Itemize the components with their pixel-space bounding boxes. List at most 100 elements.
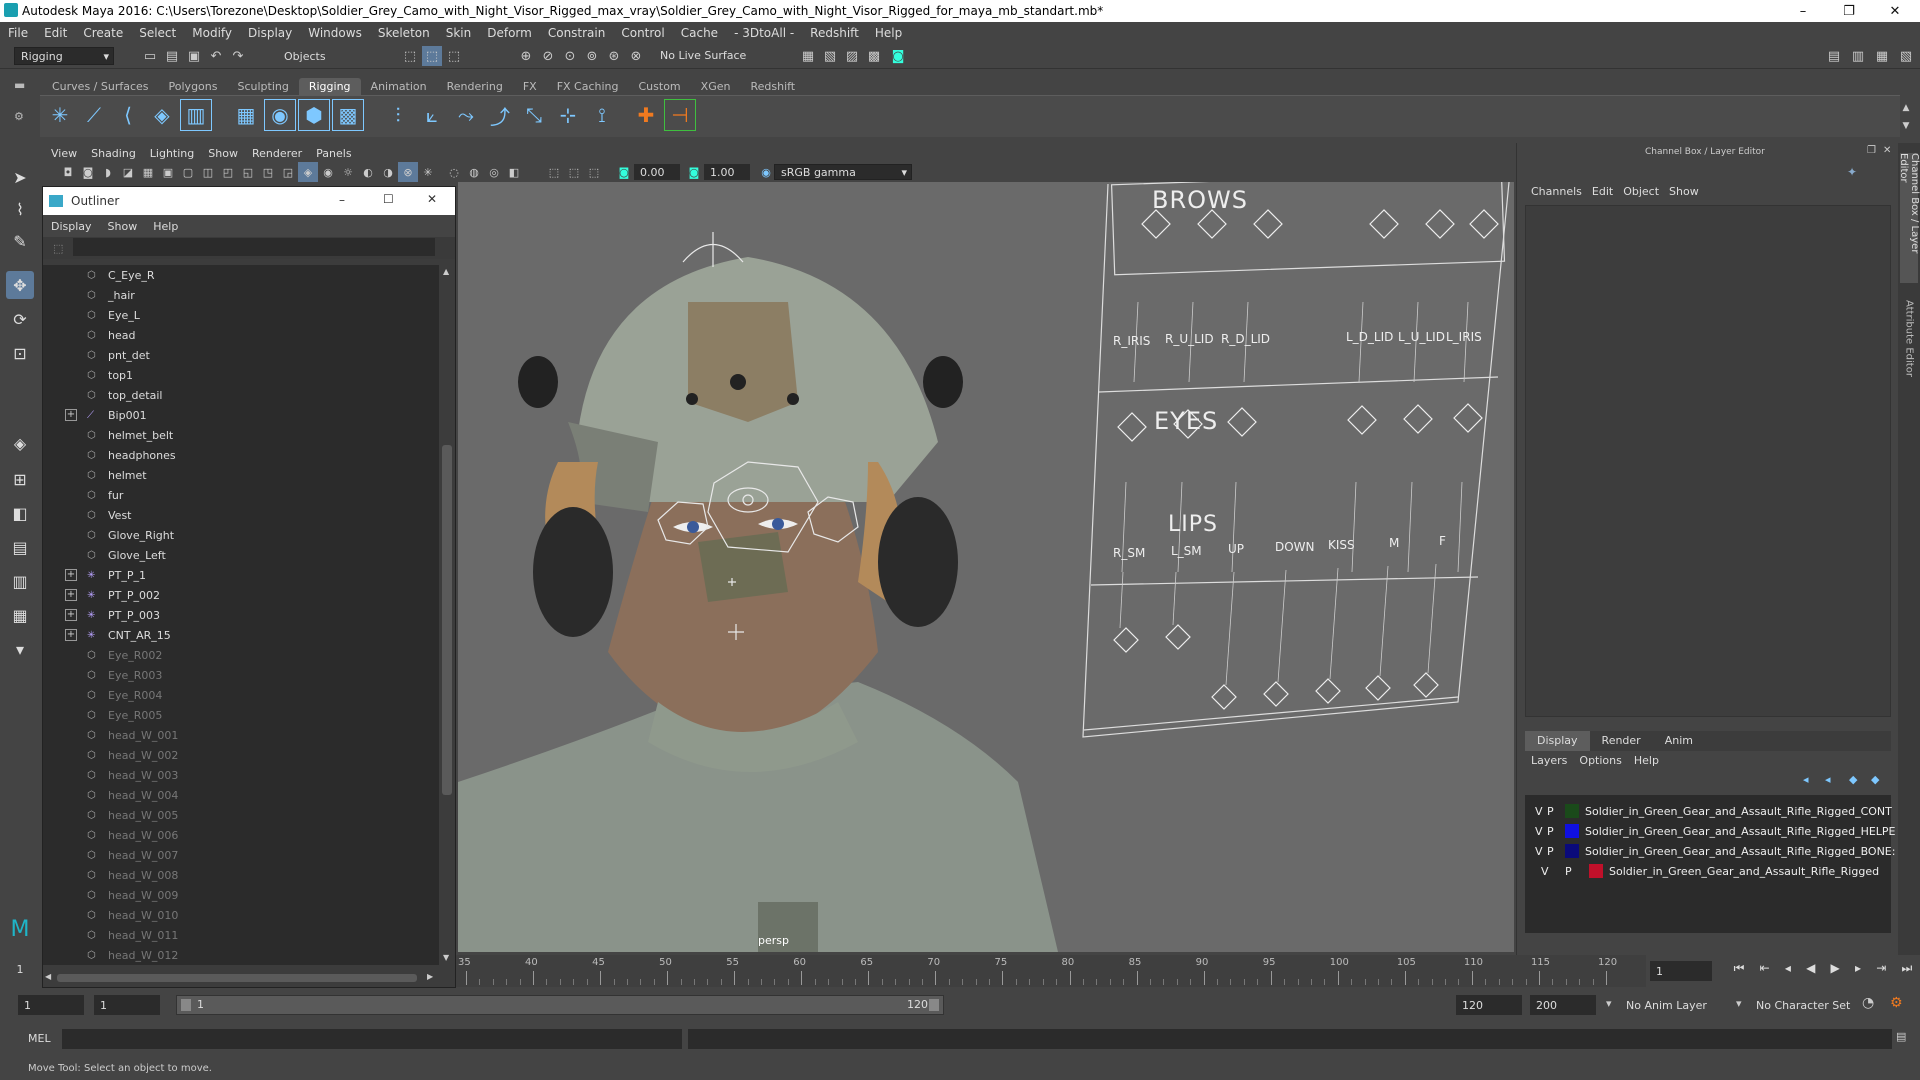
scale-tool-icon[interactable]: ⊡	[6, 339, 34, 367]
viewport-menu-renderer[interactable]: Renderer	[245, 147, 309, 160]
snap-curve-icon[interactable]: ⊘	[538, 46, 558, 66]
outliner-layout-icon[interactable]: ▦	[6, 601, 34, 629]
layer-row[interactable]: V P Soldier_in_Green_Gear_and_Assault_Rifl…	[1535, 861, 1895, 881]
menu-help[interactable]: Help	[867, 26, 910, 40]
paint-weights-icon[interactable]: ⫶	[382, 99, 414, 131]
frame-all-icon[interactable]: ⬚	[564, 162, 584, 182]
scroll-up-icon[interactable]: ▲	[443, 267, 449, 276]
shelf-tab-xgen[interactable]: XGen	[691, 78, 741, 95]
ik-spline-icon[interactable]: ⟨	[112, 99, 144, 131]
command-input[interactable]	[62, 1029, 682, 1049]
viewport-menu-shading[interactable]: Shading	[84, 147, 143, 160]
redo-icon[interactable]: ↷	[228, 46, 248, 66]
joint-tool-icon[interactable]: ✳	[44, 99, 76, 131]
outliner-item[interactable]: ⬡ head_W_006	[43, 825, 439, 845]
point-constraint-icon[interactable]: ⟟	[586, 99, 618, 131]
layer-playback-toggle[interactable]: P	[1547, 825, 1554, 838]
smooth-shade-icon[interactable]: ◲	[278, 162, 298, 182]
range-slider[interactable]: 1 120	[176, 995, 944, 1015]
scene-start-field[interactable]: 1	[18, 995, 84, 1015]
film-gate-icon[interactable]: ▣	[158, 162, 178, 182]
play-forward-icon[interactable]: ▶	[1831, 961, 1840, 981]
layer-playback-toggle[interactable]: P	[1547, 805, 1554, 818]
attribute-editor-toggle-icon[interactable]: ▥	[1848, 46, 1868, 66]
character-set-dropdown[interactable]: No Character Set	[1750, 995, 1866, 1015]
layout-settings-icon[interactable]: ▾	[6, 635, 34, 663]
layer-visibility-toggle[interactable]: V	[1535, 845, 1543, 858]
menu-cache[interactable]: Cache	[673, 26, 726, 40]
channel-box-side-tab[interactable]: Channel Box / Layer Editor	[1898, 153, 1920, 283]
shelf-options-icon[interactable]: ⚙	[14, 110, 30, 123]
outliner-item[interactable]: + ✳ CNT_AR_15	[43, 625, 439, 645]
expand-icon[interactable]: +	[65, 589, 77, 601]
shelf-tab-curves-surfaces[interactable]: Curves / Surfaces	[42, 78, 159, 95]
playback-end-field[interactable]: 120	[1456, 995, 1522, 1015]
channel-box-toggle-icon[interactable]: ▧	[1896, 46, 1916, 66]
wrap-icon[interactable]: ▩	[332, 99, 364, 131]
wireframe-icon[interactable]: ◳	[258, 162, 278, 182]
create-rig-icon[interactable]: ⊣	[664, 99, 696, 131]
scroll-left-icon[interactable]: ◀	[45, 972, 51, 981]
step-forward-frame-icon[interactable]: ▸	[1855, 961, 1861, 981]
channelbox-menu-show[interactable]: Show	[1669, 185, 1709, 203]
scroll-right-icon[interactable]: ▶	[427, 972, 433, 981]
exposure-icon[interactable]: ◙	[614, 162, 634, 182]
rotate-tool-icon[interactable]: ⟳	[6, 305, 34, 333]
hypershade-icon[interactable]: ◙	[888, 46, 908, 66]
gamma-icon[interactable]: ◙	[684, 162, 704, 182]
layer-row[interactable]: V P Soldier_in_Green_Gear_and_Assault_Rifl…	[1535, 841, 1895, 861]
outliner-item[interactable]: ⬡ head_W_010	[43, 905, 439, 925]
outliner-item[interactable]: ⬡ Eye_L	[43, 305, 439, 325]
persp-graph-layout-icon[interactable]: ▤	[6, 533, 34, 561]
layer-tab-render[interactable]: Render	[1590, 731, 1653, 751]
exposure-field[interactable]: 0.00	[634, 164, 680, 180]
expand-icon[interactable]: +	[65, 629, 77, 641]
menu-file[interactable]: File	[0, 26, 36, 40]
bind-skin-icon[interactable]: ▦	[230, 99, 262, 131]
anim-layer-dropdown[interactable]: No Anim Layer	[1620, 995, 1734, 1015]
outliner-item[interactable]: ⬡ _hair	[43, 285, 439, 305]
depth-of-field-icon[interactable]: ◎	[484, 162, 504, 182]
scroll-thumb[interactable]	[442, 445, 452, 795]
preferences-icon[interactable]: ⚙	[1890, 995, 1903, 1011]
outliner-item[interactable]: ⬡ pnt_det	[43, 345, 439, 365]
outliner-item[interactable]: ⬡ C_Eye_R	[43, 265, 439, 285]
new-layer-icon[interactable]: ◆	[1849, 773, 1857, 786]
textured-icon[interactable]: ◉	[318, 162, 338, 182]
outliner-item[interactable]: ⬡ head_W_003	[43, 765, 439, 785]
menu-skeleton[interactable]: Skeleton	[370, 26, 438, 40]
select-camera-icon[interactable]: ⬚	[544, 162, 564, 182]
hscroll-thumb[interactable]	[57, 974, 417, 982]
lattice-icon[interactable]: ⬢	[298, 99, 330, 131]
outliner-item[interactable]: ⬡ head_W_011	[43, 925, 439, 945]
select-component-icon[interactable]: ⬚	[444, 46, 464, 66]
move-tool-icon[interactable]: ✥	[6, 271, 34, 299]
outliner-item[interactable]: ⬡ head_W_005	[43, 805, 439, 825]
outliner-item[interactable]: + ⟋ Bip001	[43, 405, 439, 425]
select-tool-icon[interactable]: ➤	[6, 163, 34, 191]
menu-redshift[interactable]: Redshift	[802, 26, 867, 40]
ik-handle-icon[interactable]: ⟋	[78, 99, 110, 131]
aim-constraint-icon[interactable]: ⤳	[450, 99, 482, 131]
viewport-menu-panels[interactable]: Panels	[309, 147, 358, 160]
outliner-item[interactable]: ⬡ head_W_009	[43, 885, 439, 905]
four-view-layout-icon[interactable]: ⊞	[6, 465, 34, 493]
script-editor-icon[interactable]: ▤	[1896, 1030, 1906, 1043]
menu-windows[interactable]: Windows	[300, 26, 370, 40]
layer-tab-display[interactable]: Display	[1525, 731, 1590, 751]
move-layer-down-icon[interactable]: ◂	[1825, 773, 1831, 786]
shelf-tab-fx-caching[interactable]: FX Caching	[547, 78, 629, 95]
layer-color-swatch[interactable]	[1565, 824, 1579, 838]
outliner-item[interactable]: ⬡ Eye_R005	[43, 705, 439, 725]
close-icon[interactable]: ✕	[1883, 145, 1891, 156]
menu-skin[interactable]: Skin	[438, 26, 480, 40]
resolution-gate-icon[interactable]: ▢	[178, 162, 198, 182]
close-button[interactable]: ✕	[1872, 0, 1918, 22]
outliner-item[interactable]: + ✳ PT_P_003	[43, 605, 439, 625]
outliner-item[interactable]: ⬡ headphones	[43, 445, 439, 465]
playback-start-field[interactable]: 1	[94, 995, 160, 1015]
outliner-item[interactable]: ⬡ head_W_007	[43, 845, 439, 865]
save-scene-icon[interactable]: ▣	[184, 46, 204, 66]
move-layer-up-icon[interactable]: ◂	[1803, 773, 1809, 786]
menu-constrain[interactable]: Constrain	[540, 26, 614, 40]
